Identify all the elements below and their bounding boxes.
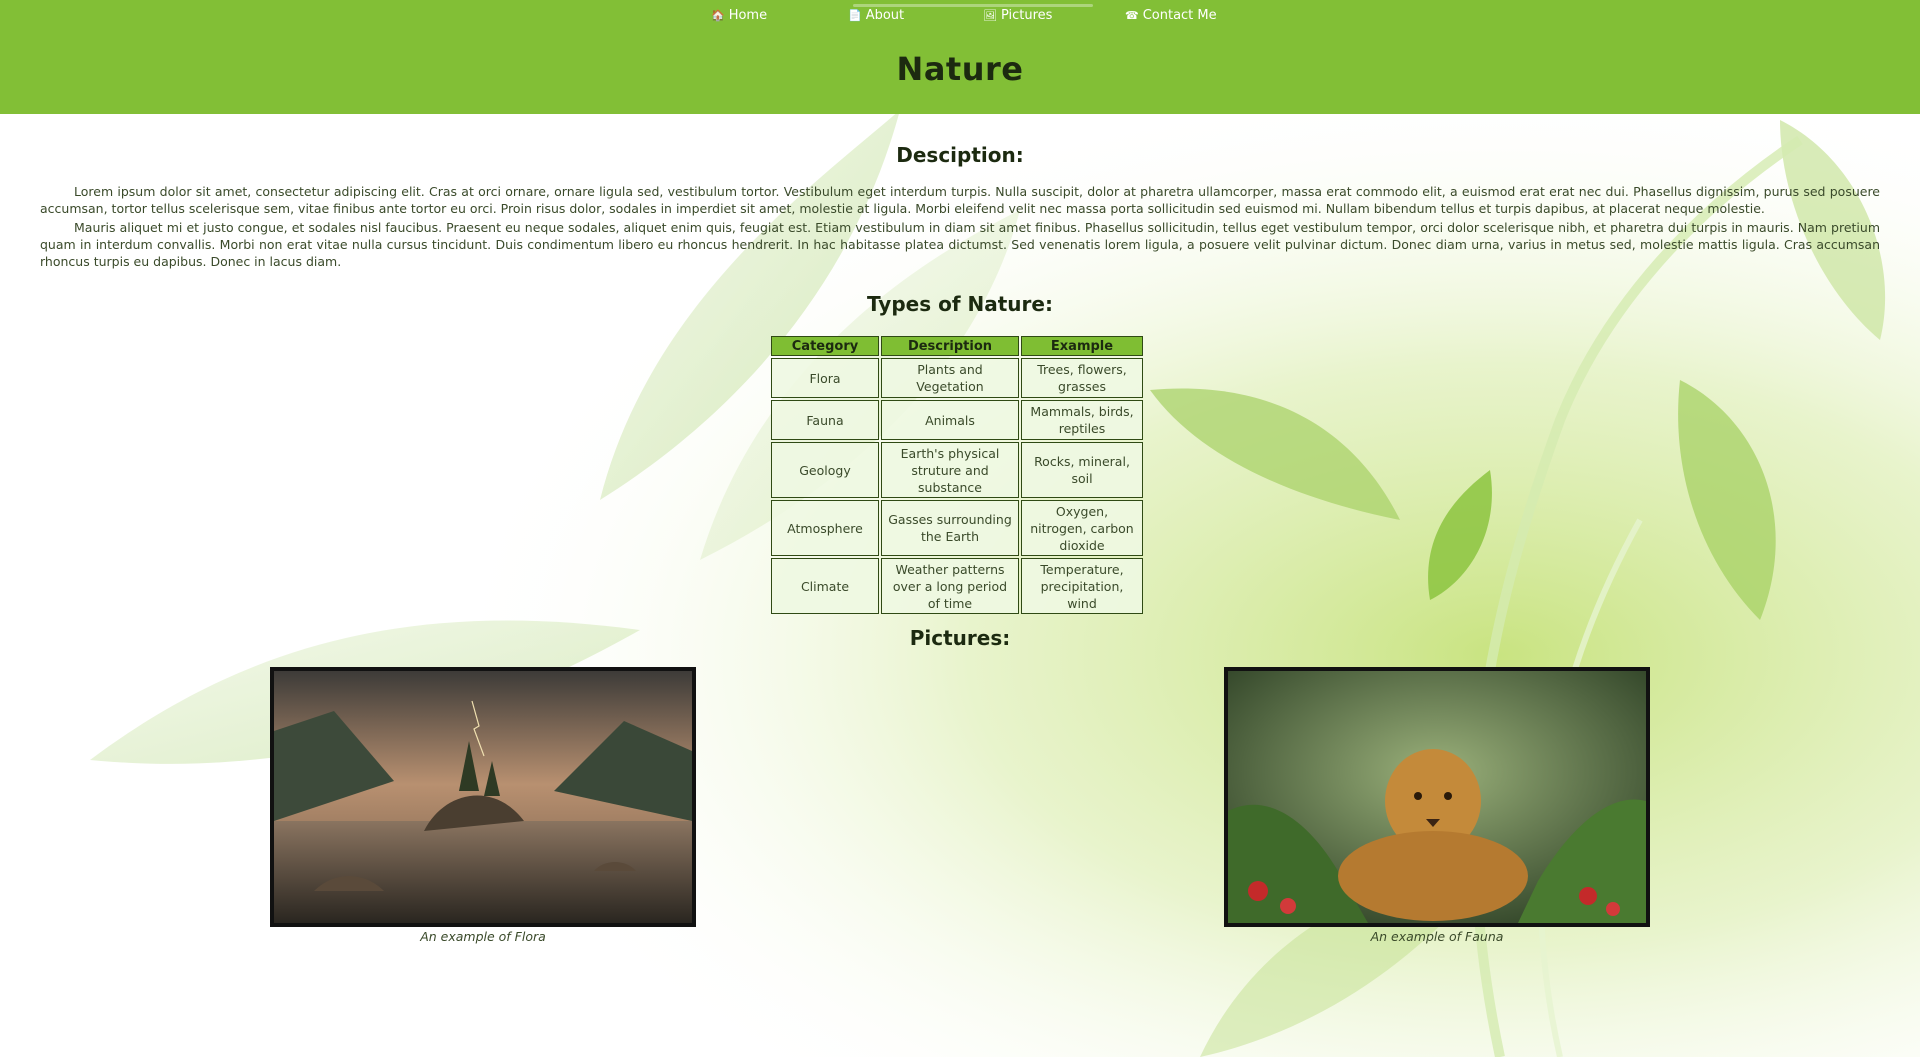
table-row: Climate Weather patterns over a long per… [771, 558, 1143, 614]
nav-contact-label: Contact Me [1142, 8, 1217, 23]
types-table: Category Description Example Flora Plant… [769, 334, 1145, 616]
table-cell: Flora [771, 358, 879, 398]
nav-about-link[interactable]: 📄 About [848, 8, 904, 23]
fauna-image [1224, 667, 1650, 927]
image-icon: 🖼 [983, 9, 997, 22]
table-cell: Oxygen, nitrogen, carbon dioxide [1021, 500, 1143, 556]
table-header-row: Category Description Example [771, 336, 1143, 356]
fauna-figure: An example of Fauna [1224, 667, 1650, 944]
fauna-jaguar-illustration [1228, 671, 1646, 923]
pictures-heading: Pictures: [909, 626, 1011, 650]
table-cell: Geology [771, 442, 879, 498]
table-row: Fauna Animals Mammals, birds, reptiles [771, 400, 1143, 440]
fauna-caption: An example of Fauna [1370, 929, 1504, 944]
table-row: Atmosphere Gasses surrounding the Earth … [771, 500, 1143, 556]
site-header: 🏠 Home 📄 About 🖼 Pictures ☎ Contact Me N… [0, 0, 1920, 114]
description-text: Lorem ipsum dolor sit amet, consectetur … [40, 183, 1880, 272]
table-cell: Weather patterns over a long period of t… [881, 558, 1019, 614]
description-paragraph: Mauris aliquet mi et justo congue, et so… [40, 220, 1880, 269]
nav-hover-indicator [853, 4, 1093, 7]
table-cell: Animals [881, 400, 1019, 440]
description-paragraph: Lorem ipsum dolor sit amet, consectetur … [40, 184, 1880, 216]
column-header-description: Description [881, 336, 1019, 356]
table-cell: Trees, flowers, grasses [1021, 358, 1143, 398]
flora-figure: An example of Flora [270, 667, 696, 944]
nav-home-label: Home [728, 8, 768, 23]
flora-caption: An example of Flora [420, 929, 546, 944]
table-row: Flora Plants and Vegetation Trees, flowe… [771, 358, 1143, 398]
column-header-example: Example [1021, 336, 1143, 356]
table-cell: Atmosphere [771, 500, 879, 556]
flora-landscape-illustration [274, 671, 692, 923]
table-cell: Earth's physical struture and substance [881, 442, 1019, 498]
nav-contact-link[interactable]: ☎ Contact Me [1125, 8, 1217, 23]
description-heading: Desciption: [896, 143, 1024, 167]
nav-home-link[interactable]: 🏠 Home [711, 8, 767, 23]
table-cell: Rocks, mineral, soil [1021, 442, 1143, 498]
flora-image [270, 667, 696, 927]
phone-icon: ☎ [1125, 9, 1139, 22]
types-heading: Types of Nature: [867, 292, 1053, 316]
table-cell: Gasses surrounding the Earth [881, 500, 1019, 556]
nav-about-label: About [865, 8, 905, 23]
table-cell: Fauna [771, 400, 879, 440]
document-icon: 📄 [848, 9, 862, 22]
page-title: Nature [896, 50, 1024, 88]
table-row: Geology Earth's physical struture and su… [771, 442, 1143, 498]
table-cell: Climate [771, 558, 879, 614]
home-icon: 🏠 [711, 9, 725, 22]
nav-pictures-link[interactable]: 🖼 Pictures [983, 8, 1052, 23]
nav-pictures-label: Pictures [1000, 8, 1053, 23]
table-cell: Plants and Vegetation [881, 358, 1019, 398]
table-cell: Temperature, precipitation, wind [1021, 558, 1143, 614]
table-cell: Mammals, birds, reptiles [1021, 400, 1143, 440]
column-header-category: Category [771, 336, 879, 356]
top-nav: 🏠 Home 📄 About 🖼 Pictures ☎ Contact Me [0, 4, 1920, 28]
